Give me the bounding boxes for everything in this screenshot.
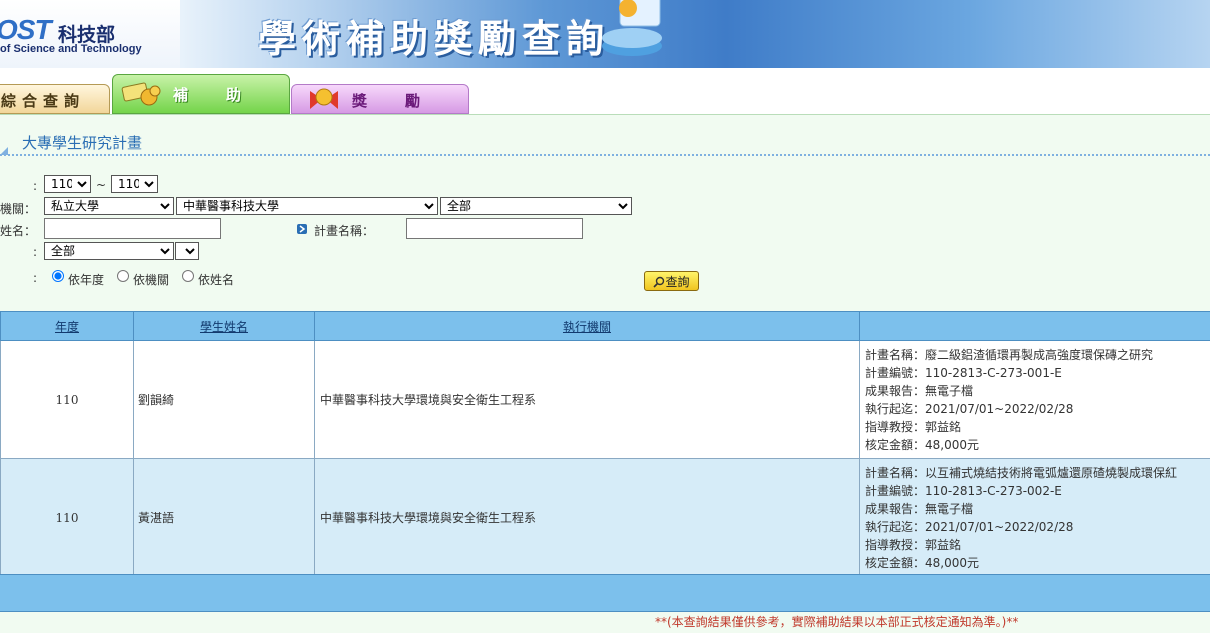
sort-by-institution-label: 依機關 <box>133 273 170 287</box>
column-header-student[interactable]: 學生姓名 <box>133 311 315 341</box>
sort-by-institution-radio[interactable] <box>117 270 129 282</box>
cell-student: 黃湛語 <box>133 458 315 577</box>
column-header-year[interactable]: 年度 <box>0 311 134 341</box>
cell-project-details: 計畫名稱：廢二級鋁渣循環再製成高強度環保磚之研究 計畫編號：110-2813-C… <box>859 340 1210 459</box>
detail-report: 成果報告：無電子檔 <box>865 501 974 516</box>
subcategory-select[interactable] <box>175 242 199 260</box>
sort-institution-link[interactable]: 執行機關 <box>563 320 611 334</box>
department-select[interactable]: 全部 <box>440 197 632 215</box>
column-header-institution[interactable]: 執行機關 <box>314 311 860 341</box>
detail-project-number: 計畫編號：110-2813-C-273-001-E <box>865 365 1062 380</box>
query-button[interactable]: 查詢 <box>644 271 699 291</box>
logo-abbreviation: OST <box>0 14 52 45</box>
arrow-right-icon <box>297 224 307 234</box>
institution-name-select[interactable]: 中華醫事科技大學 <box>176 197 438 215</box>
category-colon: : <box>33 245 38 259</box>
detail-amount: 核定金額：48,000元 <box>865 437 979 452</box>
cell-student: 劉韻綺 <box>133 340 315 459</box>
detail-advisor: 指導教授：郭益銘 <box>865 537 962 552</box>
award-ribbon-icon <box>310 88 338 109</box>
table-header-row: 年度 學生姓名 執行機關 <box>0 311 1210 341</box>
detail-amount: 核定金額：48,000元 <box>865 555 979 570</box>
year-colon: : <box>33 179 38 193</box>
site-header: OST 科技部 of Science and Technology 學術補助獎勵… <box>0 0 1210 68</box>
tab-subsidy-label: 補助 <box>173 86 280 104</box>
detail-project-name: 計畫名稱：以互補式燒結技術將電弧爐還原碴燒製成環保紅 <box>865 465 1178 480</box>
detail-report: 成果報告：無電子檔 <box>865 383 974 398</box>
tab-general-search-label: 綜合查詢 <box>1 92 86 110</box>
sort-student-link[interactable]: 學生姓名 <box>200 320 248 334</box>
institution-label: 機關： <box>0 202 37 216</box>
year-range-tilde: ~ <box>96 178 107 192</box>
tab-award-label: 獎勵 <box>352 92 459 110</box>
money-bundle-icon <box>121 82 161 106</box>
sort-year-link[interactable]: 年度 <box>55 320 79 334</box>
results-table: 年度 學生姓名 執行機關 110 劉韻綺 中華醫事科技大學環境與安全衛生工程系 … <box>0 311 1210 577</box>
sort-by-name-label: 依姓名 <box>198 273 235 287</box>
student-name-label: 姓名： <box>0 224 37 238</box>
table-row: 110 黃湛語 中華醫事科技大學環境與安全衛生工程系 計畫名稱：以互補式燒結技術… <box>0 458 1210 577</box>
project-name-input[interactable] <box>406 218 583 239</box>
most-logo[interactable]: OST 科技部 of Science and Technology <box>0 0 180 68</box>
section-title: 大專學生研究計畫 <box>22 134 143 152</box>
cell-institution: 中華醫事科技大學環境與安全衛生工程系 <box>314 340 860 459</box>
sort-colon: : <box>33 271 38 285</box>
tab-subsidy[interactable]: 補助 <box>112 74 290 114</box>
detail-project-number: 計畫編號：110-2813-C-273-002-E <box>865 483 1062 498</box>
cell-year: 110 <box>0 458 134 577</box>
column-header-details <box>859 311 1210 341</box>
detail-period: 執行起迄：2021/07/01~2022/02/28 <box>865 401 1074 416</box>
year-to-select[interactable]: 110 <box>111 175 158 193</box>
site-title: 學術補助獎勵查詢 <box>258 16 611 61</box>
tab-award[interactable]: 獎勵 <box>291 84 469 114</box>
sort-by-year-label: 依年度 <box>68 273 105 287</box>
table-footer-bar <box>0 574 1210 612</box>
table-row: 110 劉韻綺 中華醫事科技大學環境與安全衛生工程系 計畫名稱：廢二級鋁渣循環再… <box>0 340 1210 459</box>
cell-institution: 中華醫事科技大學環境與安全衛生工程系 <box>314 458 860 577</box>
student-name-input[interactable] <box>44 218 221 239</box>
query-button-label: 查詢 <box>665 274 690 289</box>
year-from-select[interactable]: 110 <box>44 175 91 193</box>
disclaimer-notice: **(本查詢結果僅供參考，實際補助結果以本部正式核定通知為準。)** <box>655 615 1019 629</box>
category-select[interactable]: 全部 <box>44 242 174 260</box>
detail-advisor: 指導教授：郭益銘 <box>865 419 962 434</box>
cell-project-details: 計畫名稱：以互補式燒結技術將電弧爐還原碴燒製成環保紅 計畫編號：110-2813… <box>859 458 1210 577</box>
section-divider <box>0 154 1210 156</box>
sort-by-year-radio[interactable] <box>52 270 64 282</box>
institution-type-select[interactable]: 私立大學 <box>44 197 174 215</box>
database-disc-icon <box>602 0 662 56</box>
main-tabs: 綜合查詢 補助 獎勵 <box>0 68 1210 115</box>
detail-period: 執行起迄：2021/07/01~2022/02/28 <box>865 519 1074 534</box>
sort-by-name-radio[interactable] <box>182 270 194 282</box>
tab-general-search[interactable]: 綜合查詢 <box>0 84 110 114</box>
logo-subtitle: of Science and Technology <box>0 43 142 55</box>
project-name-label: 計畫名稱： <box>314 224 375 238</box>
detail-project-name: 計畫名稱：廢二級鋁渣循環再製成高強度環保磚之研究 <box>865 347 1154 362</box>
magnifier-icon <box>653 276 665 288</box>
cell-year: 110 <box>0 340 134 459</box>
